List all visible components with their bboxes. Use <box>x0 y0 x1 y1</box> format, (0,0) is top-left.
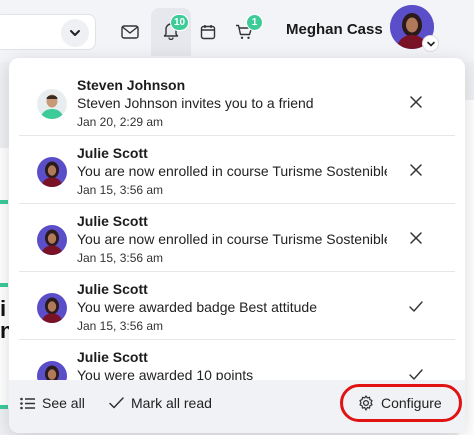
notification-time: Jan 15, 3:56 am <box>77 183 164 197</box>
avatar <box>37 157 67 187</box>
notifications-panel: Steven Johnson Steven Johnson invites you… <box>9 58 465 433</box>
notification-message: You were awarded 10 points <box>77 367 254 380</box>
notification-item[interactable]: Julie Scott You are now enrolled in cours… <box>19 204 455 272</box>
gear-icon <box>359 395 373 411</box>
dismiss-notification-button[interactable] <box>408 162 424 178</box>
notification-avatar <box>37 361 67 380</box>
close-icon <box>410 164 422 176</box>
user-name[interactable]: Meghan Cass <box>286 21 383 38</box>
mark-read-button[interactable] <box>408 366 424 380</box>
check-icon <box>409 368 423 380</box>
notification-item[interactable]: Steven Johnson Steven Johnson invites you… <box>19 68 455 136</box>
notification-sender: Julie Scott <box>77 145 148 161</box>
messages-button[interactable] <box>118 20 142 44</box>
configure-button[interactable]: Configure <box>358 395 442 411</box>
notification-avatar <box>37 293 67 323</box>
configure-label: Configure <box>381 395 442 411</box>
notification-avatar <box>37 225 67 255</box>
notification-message: You were awarded badge Best attitude <box>77 299 317 315</box>
top-bar: 10 1 Meghan Cass <box>0 0 474 62</box>
notification-sender: Steven Johnson <box>77 77 186 93</box>
chevron-down-icon <box>426 41 435 47</box>
background-accent <box>0 283 8 287</box>
avatar <box>37 293 67 323</box>
notification-time: Jan 20, 2:29 am <box>77 115 164 129</box>
notification-item[interactable]: Julie Scott You are now enrolled in cours… <box>19 136 455 204</box>
notification-list[interactable]: Steven Johnson Steven Johnson invites you… <box>9 58 465 380</box>
notification-avatar <box>37 157 67 187</box>
notifications-button[interactable]: 10 <box>151 8 191 56</box>
list-icon <box>20 397 35 409</box>
dismiss-notification-button[interactable] <box>408 94 424 110</box>
notification-sender: Julie Scott <box>77 281 148 297</box>
cart-count-badge: 1 <box>246 14 263 31</box>
notification-message: You are now enrolled in course Turisme S… <box>77 231 387 247</box>
background-accent <box>0 405 8 409</box>
close-icon <box>410 96 422 108</box>
see-all-button[interactable]: See all <box>20 395 85 411</box>
notifications-footer: See all Mark all read Configure <box>9 380 465 433</box>
notification-sender: Julie Scott <box>77 213 148 229</box>
search-dropdown-toggle[interactable] <box>61 19 89 47</box>
chevron-down-icon <box>70 30 80 36</box>
check-icon <box>109 397 124 409</box>
mark-read-button[interactable] <box>408 298 424 314</box>
notification-sender: Julie Scott <box>77 349 148 365</box>
close-icon <box>410 232 422 244</box>
notification-item[interactable]: Julie Scott You were awarded badge Best a… <box>19 272 455 340</box>
notification-time: Jan 15, 3:56 am <box>77 251 164 265</box>
avatar <box>37 225 67 255</box>
notification-avatar <box>37 89 67 119</box>
notification-message: Steven Johnson invites you to a friend <box>77 95 314 111</box>
notification-item[interactable]: Julie ScottYou were awarded 10 pointsJan… <box>19 340 455 380</box>
calendar-icon <box>200 25 216 40</box>
check-icon <box>409 300 423 312</box>
notifications-count-badge: 10 <box>170 14 190 31</box>
background-accent <box>0 200 8 204</box>
notification-time: Jan 15, 3:56 am <box>77 319 164 333</box>
avatar <box>37 361 67 380</box>
mail-icon <box>121 25 139 39</box>
notification-message: You are now enrolled in course Turisme S… <box>77 163 387 179</box>
dismiss-notification-button[interactable] <box>408 230 424 246</box>
mark-all-read-button[interactable]: Mark all read <box>109 395 212 411</box>
see-all-label: See all <box>42 395 85 411</box>
user-menu-toggle[interactable] <box>422 35 439 52</box>
mark-all-read-label: Mark all read <box>131 395 212 411</box>
calendar-button[interactable] <box>196 20 220 44</box>
avatar <box>37 89 67 119</box>
